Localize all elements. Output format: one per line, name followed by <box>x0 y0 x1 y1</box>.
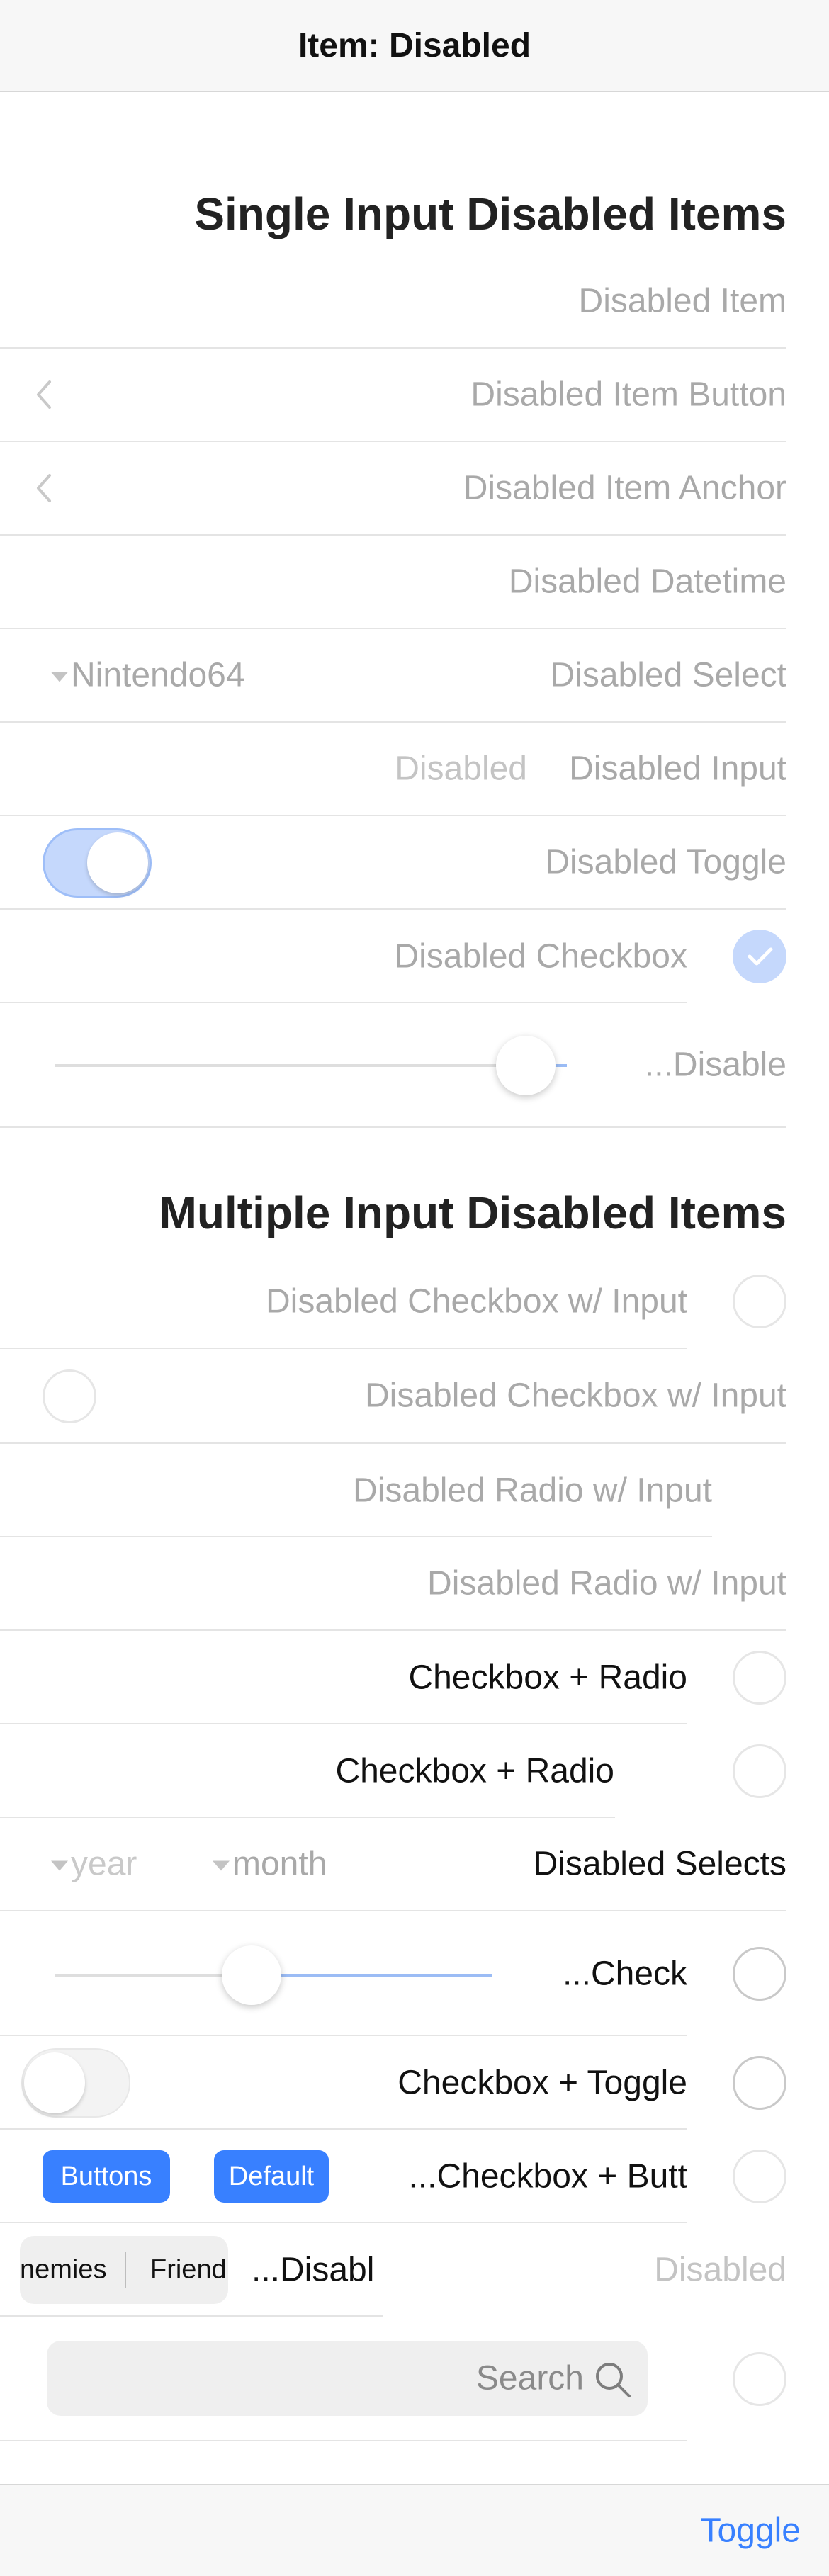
month-placeholder: month <box>232 1845 327 1883</box>
checkbox-input-item-1[interactable]: Disabled Checkbox w/ Input <box>0 1254 786 1349</box>
datetime-label: Disabled Datetime <box>508 563 786 601</box>
disabled-range[interactable]: ...Disable <box>0 1003 786 1128</box>
range-check-label: ...Check <box>562 1955 687 1993</box>
segment-button-friends[interactable]: Friend <box>150 2255 227 2286</box>
searchbar-item[interactable]: Search <box>0 2317 786 2441</box>
range-fill <box>252 1974 492 1977</box>
disabled-item-anchor[interactable]: Disabled Item Anchor <box>0 442 786 536</box>
checkbox-checked[interactable] <box>733 930 786 983</box>
checkbox-radio-label: Checkbox + Radio <box>335 1752 614 1790</box>
segment-button-enemies[interactable]: nemies <box>20 2255 107 2286</box>
checkbox[interactable] <box>733 1947 786 2001</box>
radio-input-item-2[interactable]: Disabled Radio w/ Input <box>0 1537 786 1631</box>
toggle-switch[interactable] <box>43 828 152 898</box>
caret-down-icon <box>51 1860 68 1871</box>
select-label: Disabled Select <box>550 656 786 694</box>
toggle-switch[interactable] <box>21 2048 130 2118</box>
range-knob[interactable] <box>496 1036 556 1095</box>
range-label: ...Disable <box>644 1046 786 1084</box>
checkbox-toggle-label: Checkbox + Toggle <box>397 2064 687 2102</box>
year-select[interactable]: year <box>51 1845 137 1884</box>
disabled-selects-item[interactable]: year month Disabled Selects <box>0 1818 786 1911</box>
checkbox-label: Disabled Checkbox <box>394 937 687 976</box>
checkbox-radio-item-1[interactable]: Checkbox + Radio <box>0 1631 786 1724</box>
checkbox-radio-label: Checkbox + Radio <box>408 1659 687 1697</box>
checkmark-icon <box>748 947 773 966</box>
range-check-item[interactable]: ...Check <box>0 1911 786 2036</box>
toggle-label: Disabled Toggle <box>545 843 786 881</box>
disabled-item-button[interactable]: Disabled Item Button <box>0 349 786 442</box>
checkbox-input-label: Disabled Checkbox w/ Input <box>266 1282 687 1321</box>
checkbox-radio-item-2[interactable]: Checkbox + Radio <box>0 1724 786 1818</box>
segment-label: ...Disabl <box>252 2251 375 2289</box>
page-title: Item: Disabled <box>298 26 531 64</box>
caret-down-icon <box>213 1860 230 1871</box>
toggle-knob <box>24 2052 85 2113</box>
checkbox[interactable] <box>733 1275 786 1328</box>
checkbox[interactable] <box>733 1744 786 1798</box>
search-icon <box>596 2363 631 2397</box>
selects-label: Disabled Selects <box>533 1845 786 1883</box>
segment-control[interactable]: nemies Friend <box>20 2236 228 2304</box>
search-placeholder: Search <box>475 2359 584 2397</box>
month-select[interactable]: month <box>213 1845 327 1884</box>
default-button[interactable]: Default <box>214 2150 329 2203</box>
toolbar: Item: Disabled <box>0 0 829 92</box>
segment-disabled-text: Disabled <box>654 2251 786 2289</box>
divider <box>0 2440 687 2441</box>
checkbox-input-item-2[interactable]: Disabled Checkbox w/ Input <box>0 1349 786 1444</box>
item-button-label: Disabled Item Button <box>470 375 786 414</box>
select-value-text: Nintendo64 <box>71 656 245 694</box>
checkbox[interactable] <box>733 2150 786 2203</box>
search-input[interactable]: Search <box>47 2341 648 2416</box>
footer-toolbar: Toggle <box>0 2484 829 2576</box>
section-heading-single: Single Input Disabled Items <box>194 188 786 239</box>
disabled-checkbox[interactable]: Disabled Checkbox <box>0 910 786 1003</box>
input-field[interactable]: Disabled <box>395 750 527 789</box>
year-placeholder: year <box>71 1845 137 1883</box>
select-value: Nintendo64 <box>51 656 245 695</box>
toggle-knob <box>87 832 148 893</box>
disabled-item: Disabled Item <box>0 255 786 349</box>
checkbox-input-label: Disabled Checkbox w/ Input <box>365 1377 786 1415</box>
range-track <box>55 1064 567 1067</box>
buttons-button[interactable]: Buttons <box>43 2150 170 2203</box>
disabled-toggle[interactable]: Disabled Toggle <box>0 816 786 910</box>
checkbox-buttons-item[interactable]: Buttons Default ...Checkbox + Butt <box>0 2130 786 2223</box>
caret-down-icon <box>51 672 68 682</box>
checkbox[interactable] <box>733 2352 786 2406</box>
item-label: Disabled Item <box>578 282 786 320</box>
segment-divider <box>125 2252 126 2288</box>
input-label: Disabled Input <box>569 750 786 788</box>
radio-input-item-1[interactable]: Disabled Radio w/ Input <box>0 1444 786 1537</box>
disabled-select[interactable]: Nintendo64 Disabled Select <box>0 629 786 723</box>
disabled-input[interactable]: Disabled Disabled Input <box>0 723 786 816</box>
content: Single Input Disabled Items Disabled Ite… <box>0 92 829 2484</box>
disabled-datetime[interactable]: Disabled Datetime <box>0 536 786 629</box>
segment-item[interactable]: nemies Friend ...Disabl Disabled <box>0 2223 786 2317</box>
checkbox[interactable] <box>733 2056 786 2110</box>
chevron-left-icon <box>37 380 51 409</box>
radio-input-label: Disabled Radio w/ Input <box>353 1471 712 1510</box>
toggle-button[interactable]: Toggle <box>701 2512 801 2550</box>
chevron-left-icon <box>37 474 51 502</box>
checkbox-toggle-item[interactable]: Checkbox + Toggle <box>0 2036 786 2130</box>
checkbox[interactable] <box>733 1651 786 1705</box>
radio-input-label: Disabled Radio w/ Input <box>427 1564 786 1603</box>
section-heading-multiple: Multiple Input Disabled Items <box>159 1187 786 1238</box>
range-knob[interactable] <box>222 1945 282 2005</box>
checkbox-button-label: ...Checkbox + Butt <box>408 2157 687 2196</box>
item-anchor-label: Disabled Item Anchor <box>463 469 786 507</box>
checkbox[interactable] <box>43 1369 96 1423</box>
